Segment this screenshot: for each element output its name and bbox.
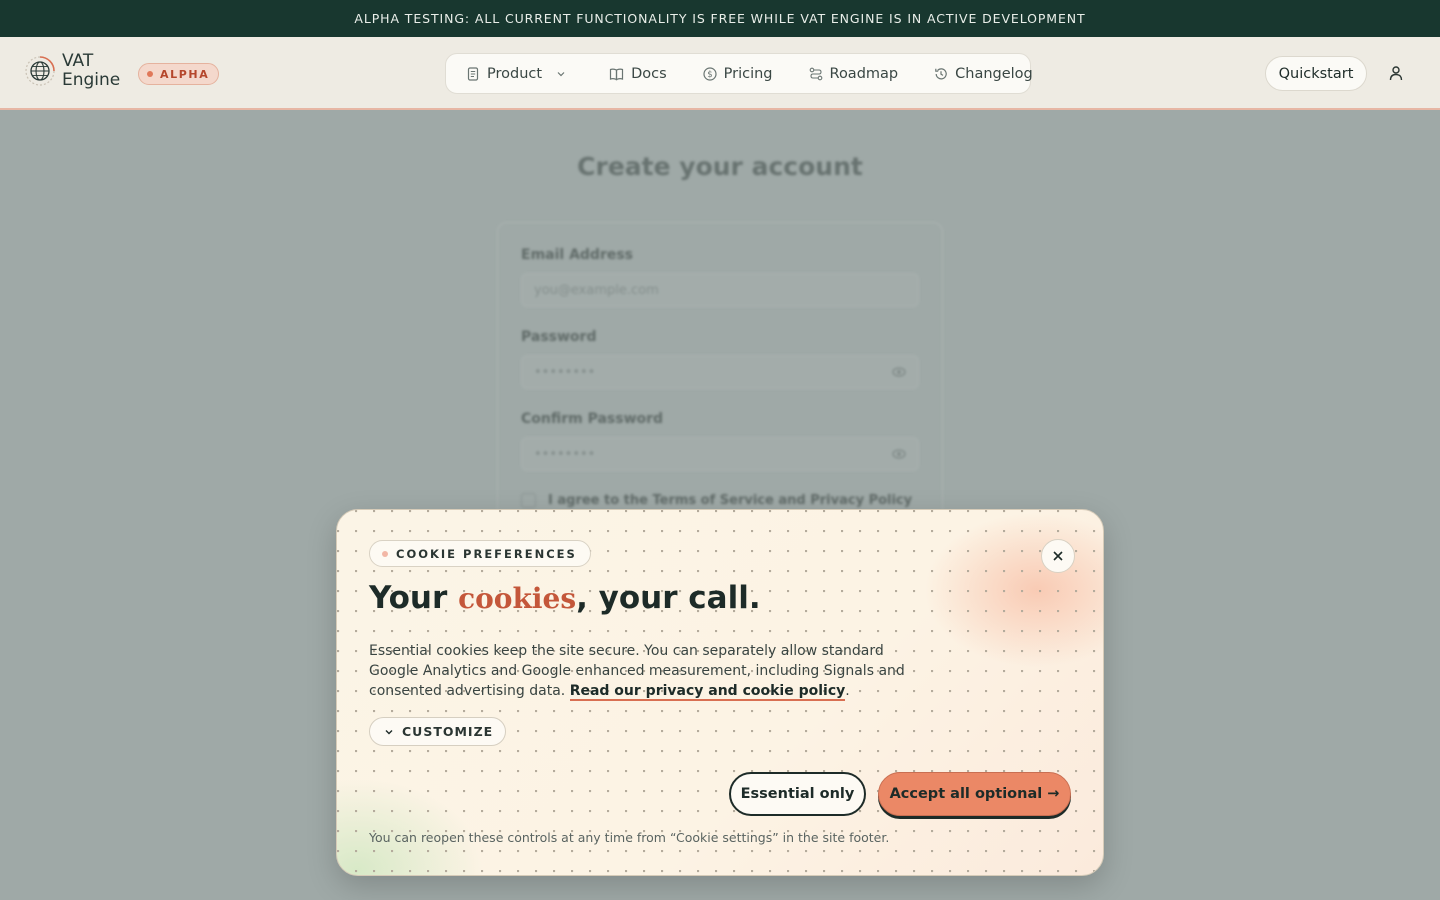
cookie-body-end: . <box>845 683 850 699</box>
user-account-button[interactable] <box>1384 61 1408 85</box>
cookie-footnote: You can reopen these controls at any tim… <box>369 830 890 845</box>
user-icon <box>1389 66 1403 81</box>
page-title: Create your account <box>577 152 863 181</box>
nav-label-pricing: Pricing <box>723 65 773 82</box>
cookie-preferences-dialog: COOKIE PREFERENCES Your cookies, your ca… <box>336 509 1104 876</box>
nav-item-product[interactable]: Product <box>466 66 573 82</box>
nav-item-roadmap[interactable]: Roadmap <box>809 65 899 82</box>
headline-part-1: Your <box>369 580 459 616</box>
chevron-down-icon <box>385 729 393 734</box>
email-field[interactable]: you@example.com <box>521 273 919 307</box>
dollar-icon: $ <box>703 66 717 81</box>
password-label: Password <box>521 329 597 345</box>
svg-text:$: $ <box>707 70 712 80</box>
alpha-badge: ALPHA <box>138 63 220 85</box>
pill-dot-icon <box>382 550 388 557</box>
customize-label: CUSTOMIZE <box>402 724 494 739</box>
password-placeholder: •••••••• <box>534 365 596 380</box>
close-icon <box>1053 551 1063 561</box>
announcement-bar: ALPHA TESTING: ALL CURRENT FUNCTIONALITY… <box>0 0 1440 37</box>
site-header: VAT Engine ALPHA Product Docs $ Pricing … <box>0 37 1440 110</box>
cookie-headline: Your cookies, your call. <box>369 580 761 616</box>
essential-only-button[interactable]: Essential only <box>729 772 866 816</box>
book-icon <box>609 68 624 80</box>
nav-item-pricing[interactable]: $ Pricing <box>703 66 773 82</box>
main-nav: Product Docs $ Pricing Roadmap Changelog <box>445 53 1033 94</box>
globe-logo-icon <box>25 56 55 86</box>
terms-checkbox-row[interactable]: I agree to the Terms of Service and Priv… <box>521 493 912 508</box>
close-button[interactable] <box>1041 539 1075 573</box>
announcement-text: ALPHA TESTING: ALL CURRENT FUNCTIONALITY… <box>354 11 1086 26</box>
eye-icon[interactable] <box>892 448 906 460</box>
nav-item-changelog[interactable]: Changelog <box>934 66 1033 82</box>
headline-part-2: , your call. <box>576 580 761 616</box>
confirm-password-field[interactable]: •••••••• <box>521 437 919 471</box>
cookie-preferences-label: COOKIE PREFERENCES <box>396 546 577 561</box>
email-placeholder: you@example.com <box>534 283 659 298</box>
logo-line-2: Engine <box>62 70 121 90</box>
history-icon <box>935 67 947 79</box>
terms-label: I agree to the Terms of Service and Priv… <box>548 493 913 508</box>
terms-checkbox[interactable] <box>521 493 536 508</box>
headline-accent: cookies <box>458 582 577 615</box>
email-label: Email Address <box>521 247 634 263</box>
quickstart-button[interactable]: Quickstart <box>1265 56 1367 91</box>
route-icon <box>809 67 822 80</box>
confirm-placeholder: •••••••• <box>534 447 596 462</box>
nav-label-roadmap: Roadmap <box>829 65 899 82</box>
cookie-body: Essential cookies keep the site secure. … <box>369 641 909 701</box>
logo-line-1: VAT <box>62 51 94 71</box>
logo-text: VAT Engine <box>62 52 120 90</box>
accept-all-button[interactable]: Accept all optional → <box>878 772 1071 816</box>
nav-label-docs: Docs <box>631 65 667 82</box>
nav-item-docs[interactable]: Docs <box>609 66 667 82</box>
document-icon <box>467 66 479 81</box>
nav-label-product: Product <box>487 65 543 82</box>
cookie-preferences-pill: COOKIE PREFERENCES <box>369 540 591 567</box>
badge-dot-icon <box>147 71 153 77</box>
eye-icon[interactable] <box>892 366 906 378</box>
password-field[interactable]: •••••••• <box>521 355 919 389</box>
chevron-down-icon <box>557 71 565 76</box>
logo[interactable]: VAT Engine <box>24 52 120 90</box>
confirm-password-label: Confirm Password <box>521 411 664 427</box>
alpha-badge-label: ALPHA <box>160 67 210 81</box>
customize-button[interactable]: CUSTOMIZE <box>369 717 507 746</box>
privacy-policy-link[interactable]: Read our privacy and cookie policy <box>569 683 846 701</box>
nav-label-changelog: Changelog <box>955 65 1033 82</box>
